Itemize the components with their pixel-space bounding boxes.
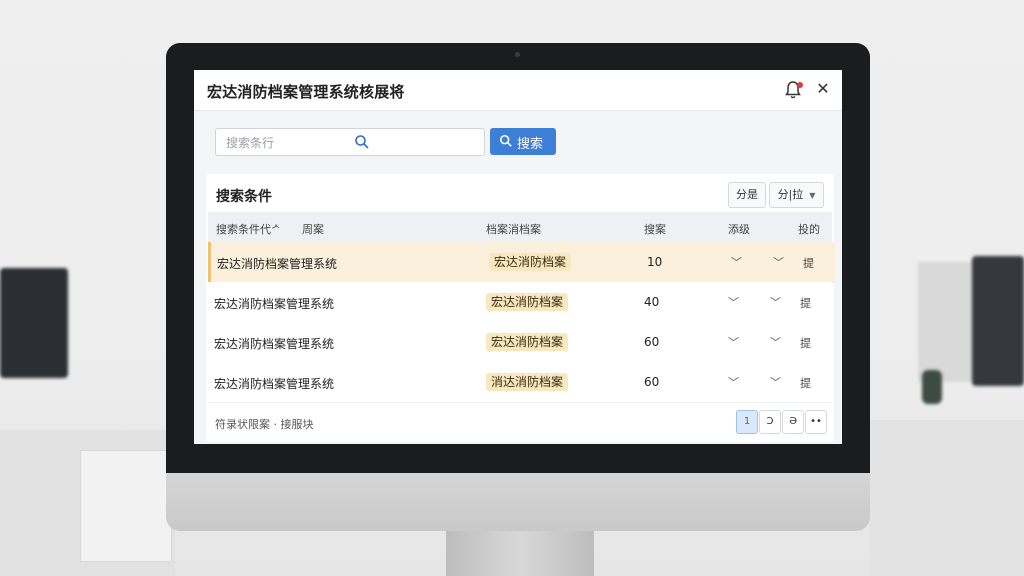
chevron-down-icon[interactable]: ﹀	[728, 374, 739, 390]
row-name: 宏达消防档案管理系统	[214, 377, 335, 391]
app-title: 宏达消防档案管理系统核展将	[207, 83, 405, 101]
sort-dropdown-label: 分|拉	[777, 188, 804, 201]
app-window: 宏达消防档案管理系统核展将 ✕ 搜索 搜索条件 分是 分|拉 ▼ 搜索条件代ᄼ	[194, 70, 842, 444]
row-value: 60	[644, 375, 660, 389]
search-input[interactable]	[224, 133, 428, 153]
search-button-icon	[499, 134, 512, 147]
row-value: 60	[644, 335, 660, 349]
filter-button-label: 分是	[736, 188, 758, 201]
title-bar: 宏达消防档案管理系统核展将 ✕	[194, 70, 842, 111]
search-icon	[355, 135, 369, 149]
background-plant	[922, 370, 942, 404]
notification-dot	[797, 82, 803, 88]
column-header[interactable]: 投的	[798, 221, 820, 237]
filter-button[interactable]: 分是	[728, 182, 766, 208]
chevron-down-icon[interactable]: ﹀	[773, 254, 784, 270]
monitor-stand	[446, 531, 594, 576]
background-monitor-left	[0, 268, 68, 378]
chevron-down-icon[interactable]: ﹀	[728, 294, 739, 310]
row-action[interactable]: 提	[803, 255, 814, 271]
row-name: 宏达消防档案管理系统	[214, 297, 335, 311]
search-button-label: 搜索	[517, 137, 544, 152]
table-header: 搜索条件代ᄼ 周案 档案消档案 搜案 添级 投的	[208, 212, 832, 242]
column-header[interactable]: 周案	[302, 221, 324, 237]
pagination-summary: 符录状限案 · 接服块	[215, 418, 314, 431]
chevron-down-icon[interactable]: ﹀	[731, 254, 742, 270]
column-header[interactable]: 搜案	[644, 221, 666, 237]
row-tag: 消达消防档案	[486, 373, 569, 391]
page-button-1[interactable]: 1	[736, 410, 758, 434]
monitor-chin	[166, 473, 870, 531]
row-tag: 宏达消防档案	[486, 333, 569, 351]
row-value: 10	[647, 255, 663, 269]
row-tag: 宏达消防档案	[486, 293, 569, 311]
background-drawer	[80, 450, 172, 562]
table-row[interactable]: 宏达消防档案管理系统 消达消防档案 60 ﹀ ﹀ 提	[208, 362, 832, 403]
row-action[interactable]: 提	[800, 295, 811, 311]
panel-title: 搜索条件	[216, 189, 272, 205]
webcam	[515, 52, 520, 57]
row-tag: 宏达消防档案	[489, 253, 572, 271]
sort-dropdown[interactable]: 分|拉 ▼	[769, 182, 824, 208]
chevron-down-icon[interactable]: ﹀	[728, 334, 739, 350]
row-name: 宏达消防档案管理系统	[217, 257, 338, 271]
chevron-down-icon[interactable]: ﹀	[770, 334, 781, 350]
page-button-3[interactable]: Ә	[782, 410, 804, 434]
page-button-more[interactable]: ••	[805, 410, 827, 434]
close-icon[interactable]: ✕	[814, 80, 832, 98]
background-desk-right	[870, 420, 1024, 576]
background-panel-right	[918, 262, 974, 382]
row-action[interactable]: 提	[800, 335, 811, 351]
column-header[interactable]: 搜索条件代ᄼ	[216, 221, 281, 237]
chevron-down-icon[interactable]: ﹀	[770, 294, 781, 310]
table-row[interactable]: 宏达消防档案管理系统 宏达消防档案 60 ﹀ ﹀ 提	[208, 322, 832, 363]
results-panel: 搜索条件 分是 分|拉 ▼ 搜索条件代ᄼ 周案 档案消档案 搜案 添级 投的 宏达…	[206, 174, 835, 442]
chevron-down-icon[interactable]: ﹀	[770, 374, 781, 390]
search-button[interactable]: 搜索	[490, 128, 556, 155]
chevron-down-icon: ▼	[809, 191, 816, 200]
row-action[interactable]: 提	[800, 375, 811, 391]
row-name: 宏达消防档案管理系统	[214, 337, 335, 351]
row-value: 40	[644, 295, 660, 309]
table-row[interactable]: 宏达消防档案管理系统 宏达消防档案 40 ﹀ ﹀ 提	[208, 282, 832, 323]
page-button-2[interactable]: Ͻ	[759, 410, 781, 434]
column-header[interactable]: 添级	[728, 221, 750, 237]
table-row[interactable]: 宏达消防档案管理系统 宏达消防档案 10 ﹀ ﹀ 提	[208, 242, 835, 283]
background-monitor-right	[972, 256, 1024, 386]
search-input-wrapper	[215, 128, 485, 156]
column-header[interactable]: 档案消档案	[486, 221, 541, 237]
